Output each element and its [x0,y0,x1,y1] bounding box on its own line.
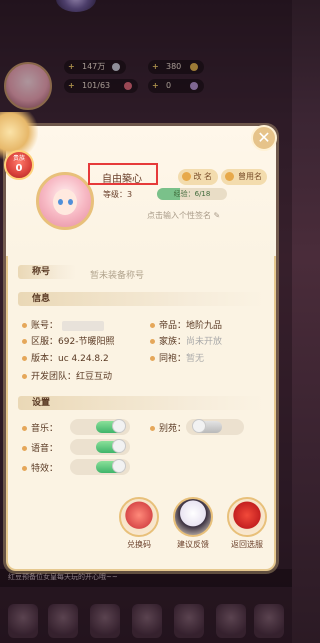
section-settings-header: 设置 [18,396,264,410]
bullet-icon [150,339,155,344]
avatar-face [53,189,77,215]
bullet-icon [22,339,27,344]
gift-icon [119,497,159,537]
setting-effects-label: 特效： [22,461,58,474]
info-family: 家族：尚未开放 [150,334,222,347]
villa-toggle[interactable] [192,419,222,433]
level-label: 等级：3 [103,190,133,199]
used-names-button[interactable]: 曾用名 [221,169,267,185]
info-server: 区服：692-节暖阳照 [22,334,114,347]
info-dev-team: 开发团队：红豆互动 [22,369,112,382]
vip-badge[interactable]: 贵族 0 [4,150,34,180]
close-button[interactable]: ✕ [251,125,277,151]
toggle-knob [112,459,126,473]
avatar-eye [68,199,73,205]
return-icon [227,497,267,537]
music-toggle[interactable] [96,419,126,433]
toggle-knob [192,419,206,433]
toggle-knob [112,439,126,453]
exp-text: 经验：6/18 [173,190,211,198]
account-value-blurred [62,320,105,331]
info-version: 版本：uc 4.24.8.2 [22,351,109,364]
bullet-icon [150,426,155,431]
bullet-icon [22,446,27,451]
title-value: 暂未装备称号 [90,271,145,281]
avatar[interactable] [36,172,94,230]
info-account: 账号： [22,318,105,331]
avatar-eye [58,199,63,205]
bullet-icon [22,466,27,471]
feedback-button[interactable]: 建议反馈 [172,497,214,555]
info-rank: 帝品：地阶九品 [150,318,222,331]
back-to-server-select-button[interactable]: 返回选服 [226,497,268,555]
bullet-icon [150,356,155,361]
character-icon [173,497,213,537]
bullet-icon [150,323,155,328]
setting-voice-label: 语音： [22,441,58,454]
player-name: 自由築心 [102,174,142,185]
signature-input[interactable]: 点击输入个性签名 ✎ [147,210,220,221]
setting-villa-label: 别苑： [150,421,186,434]
info-partner: 同袍：暂无 [150,351,204,364]
feather-icon [225,172,234,181]
pencil-icon: ✎ [213,211,221,220]
redeem-code-button[interactable]: 兑换码 [118,497,160,555]
section-title-header: 称号 [18,265,76,279]
voice-toggle[interactable] [96,439,126,453]
exp-bar: 经验：6/18 [157,188,227,200]
rename-button[interactable]: 改 名 [178,169,218,185]
bullet-icon [22,426,27,431]
feather-icon [182,172,191,181]
toggle-knob [112,419,126,433]
effects-toggle[interactable] [96,459,126,473]
bullet-icon [22,323,27,328]
section-info-header: 信息 [18,292,264,306]
bullet-icon [22,356,27,361]
setting-music-label: 音乐： [22,421,58,434]
bullet-icon [22,374,27,379]
